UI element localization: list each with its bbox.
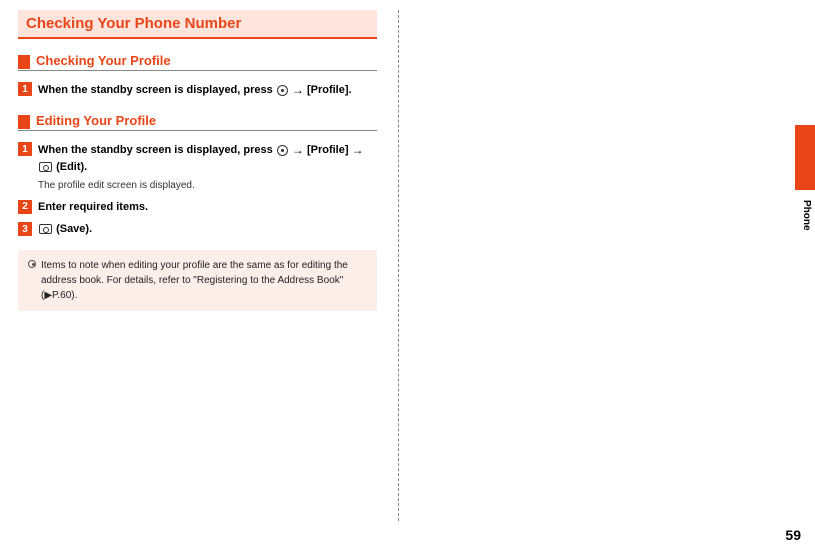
section-heading-checking-profile: Checking Your Profile [18,53,377,71]
center-key-icon [277,85,288,96]
step-text-post: [Profile]. [307,84,352,96]
camera-key-icon [39,224,52,234]
arrow-icon: → [292,83,304,97]
side-tab-marker [795,125,815,190]
step-text-end: (Edit). [56,161,87,173]
main-title-bar: Checking Your Phone Number [18,10,377,39]
section-marker-icon [18,55,30,69]
side-label: Phone [801,200,812,231]
step-row-edit-2: 2 Enter required items. [18,199,377,216]
main-title: Checking Your Phone Number [26,15,369,32]
step-content: When the standby screen is displayed, pr… [38,81,377,99]
section-heading-text: Editing Your Profile [36,113,156,130]
camera-key-icon [39,162,52,172]
step-row-check-1: 1 When the standby screen is displayed, … [18,81,377,99]
step-description: The profile edit screen is displayed. [38,178,377,193]
step-badge: 1 [18,82,32,96]
step-title: When the standby screen is displayed, pr… [38,141,377,176]
arrow-icon: → [352,143,364,157]
step-badge: 1 [18,142,32,156]
column-divider [398,10,399,521]
step-title: (Save). [38,221,377,238]
section-heading-editing-profile: Editing Your Profile [18,113,377,131]
step-title: When the standby screen is displayed, pr… [38,81,377,99]
step-row-edit-3: 3 (Save). [18,221,377,238]
content-column: Checking Your Phone Number Checking Your… [0,0,395,321]
note-box: Items to note when editing your profile … [18,250,377,311]
step-content: Enter required items. [38,199,377,216]
section-heading-text: Checking Your Profile [36,53,171,70]
step-title: Enter required items. [38,199,377,216]
page-number: 59 [785,527,801,543]
step-text-pre: When the standby screen is displayed, pr… [38,84,276,96]
step-content: When the standby screen is displayed, pr… [38,141,377,193]
step-badge: 3 [18,222,32,236]
step-content: (Save). [38,221,377,238]
step-text-pre: When the standby screen is displayed, pr… [38,144,276,156]
step-badge: 2 [18,200,32,214]
note-bullet-icon [28,260,36,268]
section-marker-icon [18,115,30,129]
step-text-mid: [Profile] [307,144,352,156]
note-text: Items to note when editing your profile … [41,258,367,303]
arrow-icon: → [292,143,304,157]
step-row-edit-1: 1 When the standby screen is displayed, … [18,141,377,193]
center-key-icon [277,145,288,156]
step-text-end: (Save). [56,223,92,235]
